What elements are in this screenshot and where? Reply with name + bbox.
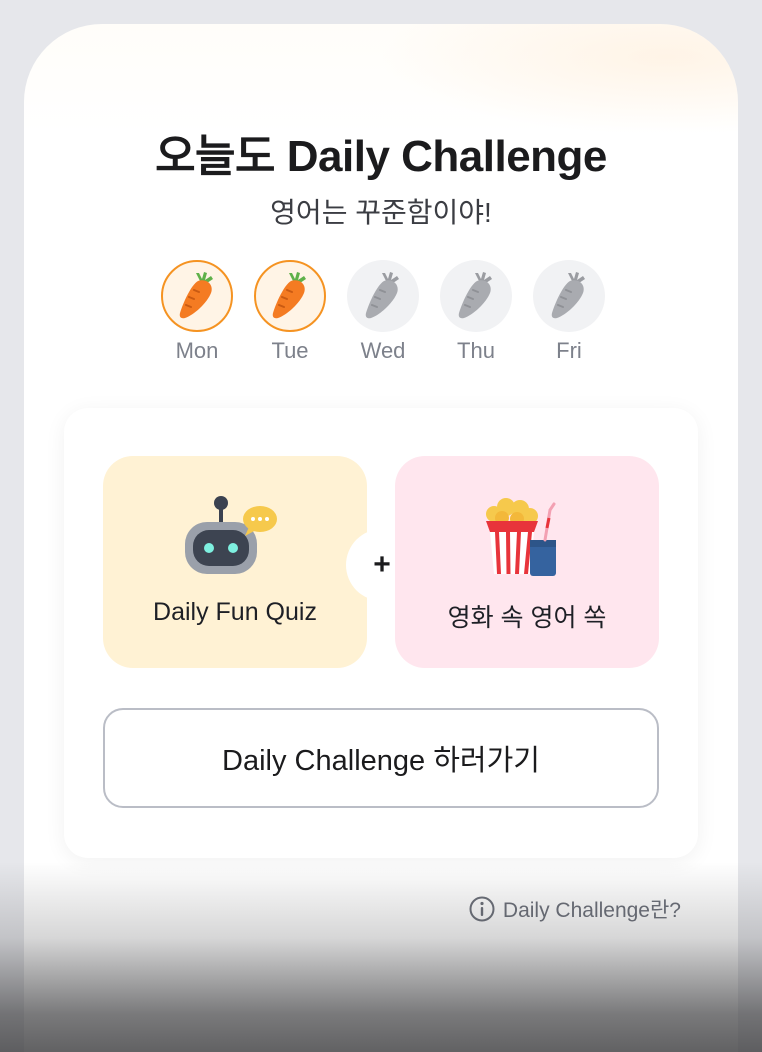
day-label: Fri [556, 338, 582, 363]
phone-frame: 오늘도 Daily Challenge 영어는 꾸준함이야! Mon Tue W… [0, 0, 762, 1052]
day-status-circle [254, 260, 326, 332]
app-screen: 오늘도 Daily Challenge 영어는 꾸준함이야! Mon Tue W… [24, 24, 738, 1052]
page-title: 오늘도 Daily Challenge [155, 132, 607, 181]
robot-icon [185, 496, 277, 574]
screen-glow [378, 24, 738, 134]
day-status-circle [161, 260, 233, 332]
carrot-icon [551, 272, 585, 319]
carrot-icon [179, 272, 213, 319]
day-status-circle [440, 260, 512, 332]
day-status-circle [347, 260, 419, 332]
movie-label: 영화 속 영어 쏙 [447, 604, 607, 632]
day-label: Tue [271, 338, 309, 363]
challenge-card: Daily Fun Quiz + 영화 속 영어 쏙 Daily Challen… [64, 408, 698, 858]
day-label: Wed [360, 338, 406, 363]
movie-english-tile[interactable]: 영화 속 영어 쏙 [395, 456, 659, 668]
day-tue: Tue [252, 260, 328, 364]
day-fri: Fri [531, 260, 607, 364]
day-wed: Wed [345, 260, 421, 364]
day-label: Thu [457, 338, 495, 363]
quiz-label: Daily Fun Quiz [153, 598, 317, 626]
daily-challenge-info-link[interactable]: Daily Challenge란? [469, 894, 681, 924]
weekly-progress: Mon Tue Wed Thu Fri [159, 260, 609, 370]
day-label: Mon [175, 338, 219, 363]
start-daily-challenge-button[interactable]: Daily Challenge 하러가기 [103, 708, 659, 808]
day-mon: Mon [159, 260, 235, 364]
info-link-label: Daily Challenge란? [502, 899, 681, 922]
carrot-icon [458, 272, 492, 319]
carrot-icon [365, 272, 399, 319]
info-icon [469, 896, 495, 922]
day-thu: Thu [438, 260, 514, 364]
day-status-circle [533, 260, 605, 332]
page-subtitle: 영어는 꾸준함이야! [270, 197, 492, 228]
daily-fun-quiz-tile[interactable]: Daily Fun Quiz [103, 456, 367, 668]
popcorn-icon [486, 498, 556, 576]
carrot-icon [272, 272, 306, 319]
